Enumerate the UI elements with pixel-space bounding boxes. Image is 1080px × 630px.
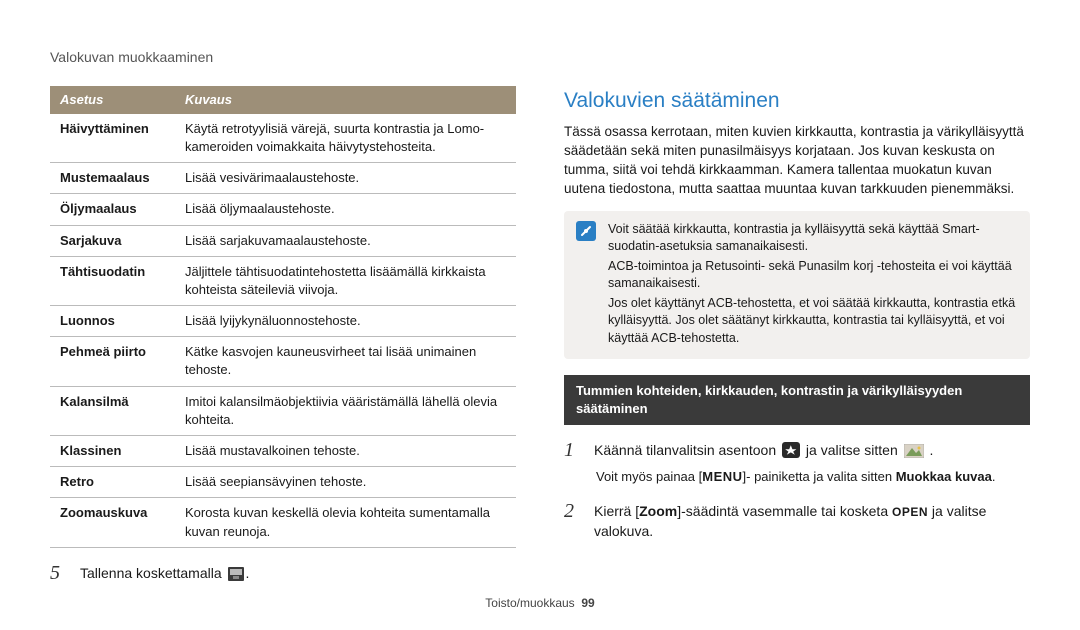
- table-row: SarjakuvaLisää sarjakuvamaalaustehoste.: [50, 225, 516, 256]
- setting-description: Imitoi kalansilmäobjektiivia vääristämäl…: [175, 386, 516, 435]
- setting-description: Käytä retrotyylisiä värejä, suurta kontr…: [175, 114, 516, 163]
- table-row: KlassinenLisää mustavalkoinen tehoste.: [50, 436, 516, 467]
- manual-page: Valokuvan muokkaaminen Asetus Kuvaus Häi…: [0, 0, 1080, 606]
- table-row: ZoomauskuvaKorosta kuvan keskellä olevia…: [50, 498, 516, 547]
- setting-name: Sarjakuva: [50, 225, 175, 256]
- table-row: KalansilmäImitoi kalansilmäobjektiivia v…: [50, 386, 516, 435]
- setting-description: Lisää seepiansävyinen tehoste.: [175, 467, 516, 498]
- step2-text-b: ]-säädintä vasemmalle tai kosketa: [677, 503, 892, 519]
- table-row: Pehmeä piirtoKätke kasvojen kauneusvirhe…: [50, 337, 516, 386]
- table-row: MustemaalausLisää vesivärimaalaustehoste…: [50, 163, 516, 194]
- step-body: Kierrä [Zoom]-säädintä vasemmalle tai ko…: [594, 500, 1030, 541]
- section-heading: Valokuvien säätäminen: [564, 86, 1030, 115]
- step1-sub: Voit myös painaa [MENU]- painiketta ja v…: [594, 468, 1030, 486]
- setting-name: Tähtisuodatin: [50, 256, 175, 305]
- step-2: 2 Kierrä [Zoom]-säädintä vasemmalle tai …: [564, 500, 1030, 541]
- subsection-bar: Tummien kohteiden, kirkkauden, kontrasti…: [564, 375, 1030, 425]
- th-setting: Asetus: [50, 86, 175, 114]
- footer-section: Toisto/muokkaus: [485, 596, 574, 610]
- step-body: Käännä tilanvalitsin asentoon ja valitse…: [594, 439, 1030, 486]
- step-body: Tallenna koskettamalla .: [80, 562, 516, 587]
- setting-name: Luonnos: [50, 306, 175, 337]
- table-row: HäivyttäminenKäytä retrotyylisiä värejä,…: [50, 114, 516, 163]
- step1-text-c: .: [930, 442, 934, 458]
- mode-dial-icon: [782, 442, 800, 464]
- note-box: Voit säätää kirkkautta, kontrastia ja ky…: [564, 211, 1030, 360]
- right-column: Valokuvien säätäminen Tässä osassa kerro…: [564, 86, 1030, 587]
- setting-name: Pehmeä piirto: [50, 337, 175, 386]
- table-row: TähtisuodatinJäljittele tähtisuodatinteh…: [50, 256, 516, 305]
- note-body: Voit säätää kirkkautta, kontrastia ja ky…: [608, 221, 1016, 350]
- info-icon: [576, 221, 596, 241]
- setting-name: Retro: [50, 467, 175, 498]
- left-column: Asetus Kuvaus HäivyttäminenKäytä retroty…: [50, 86, 516, 587]
- page-footer: Toisto/muokkaus 99: [0, 595, 1080, 612]
- zoom-label: Zoom: [639, 503, 677, 519]
- setting-description: Lisää lyijykynäluonnostehoste.: [175, 306, 516, 337]
- image-edit-icon: [904, 444, 924, 464]
- page-number: 99: [581, 596, 594, 610]
- menu-label: MENU: [702, 469, 742, 484]
- section-intro: Tässä osassa kerrotaan, miten kuvien kir…: [564, 123, 1030, 199]
- th-description: Kuvaus: [175, 86, 516, 114]
- setting-description: Kätke kasvojen kauneusvirheet tai lisää …: [175, 337, 516, 386]
- note-line: Voit säätää kirkkautta, kontrastia ja ky…: [608, 221, 1016, 256]
- step1-sub-bold: Muokkaa kuvaa: [896, 469, 992, 484]
- setting-name: Mustemaalaus: [50, 163, 175, 194]
- step-number: 1: [564, 439, 582, 461]
- note-line: ACB-toimintoa ja Retusointi- sekä Punasi…: [608, 258, 1016, 293]
- step-number: 5: [50, 562, 68, 584]
- setting-description: Korosta kuvan keskellä olevia kohteita s…: [175, 498, 516, 547]
- setting-description: Jäljittele tähtisuodatintehostetta lisää…: [175, 256, 516, 305]
- setting-name: Öljymaalaus: [50, 194, 175, 225]
- table-row: LuonnosLisää lyijykynäluonnostehoste.: [50, 306, 516, 337]
- table-row: ÖljymaalausLisää öljymaalaustehoste.: [50, 194, 516, 225]
- setting-description: Lisää öljymaalaustehoste.: [175, 194, 516, 225]
- setting-name: Häivyttäminen: [50, 114, 175, 163]
- setting-description: Lisää mustavalkoinen tehoste.: [175, 436, 516, 467]
- note-line: Jos olet käyttänyt ACB-tehostetta, et vo…: [608, 295, 1016, 348]
- step-5: 5 Tallenna koskettamalla .: [50, 562, 516, 587]
- setting-description: Lisää sarjakuvamaalaustehoste.: [175, 225, 516, 256]
- open-label: OPEN: [892, 505, 928, 519]
- step-1: 1 Käännä tilanvalitsin asentoon ja valit…: [564, 439, 1030, 486]
- page-header: Valokuvan muokkaaminen: [50, 48, 1030, 68]
- step-number: 2: [564, 500, 582, 522]
- table-row: RetroLisää seepiansävyinen tehoste.: [50, 467, 516, 498]
- two-column-layout: Asetus Kuvaus HäivyttäminenKäytä retroty…: [50, 86, 1030, 587]
- save-icon: [228, 567, 244, 587]
- setting-description: Lisää vesivärimaalaustehoste.: [175, 163, 516, 194]
- step5-text: Tallenna koskettamalla: [80, 565, 226, 581]
- step1-text-b: ja valitse sitten: [806, 442, 902, 458]
- step1-sub-c: .: [992, 469, 996, 484]
- setting-name: Klassinen: [50, 436, 175, 467]
- step1-sub-b: ]- painiketta ja valita sitten: [743, 469, 896, 484]
- step1-sub-a: Voit myös painaa [: [596, 469, 702, 484]
- setting-name: Kalansilmä: [50, 386, 175, 435]
- step1-text-a: Käännä tilanvalitsin asentoon: [594, 442, 780, 458]
- step2-text-a: Kierrä [: [594, 503, 639, 519]
- setting-name: Zoomauskuva: [50, 498, 175, 547]
- effects-table: Asetus Kuvaus HäivyttäminenKäytä retroty…: [50, 86, 516, 548]
